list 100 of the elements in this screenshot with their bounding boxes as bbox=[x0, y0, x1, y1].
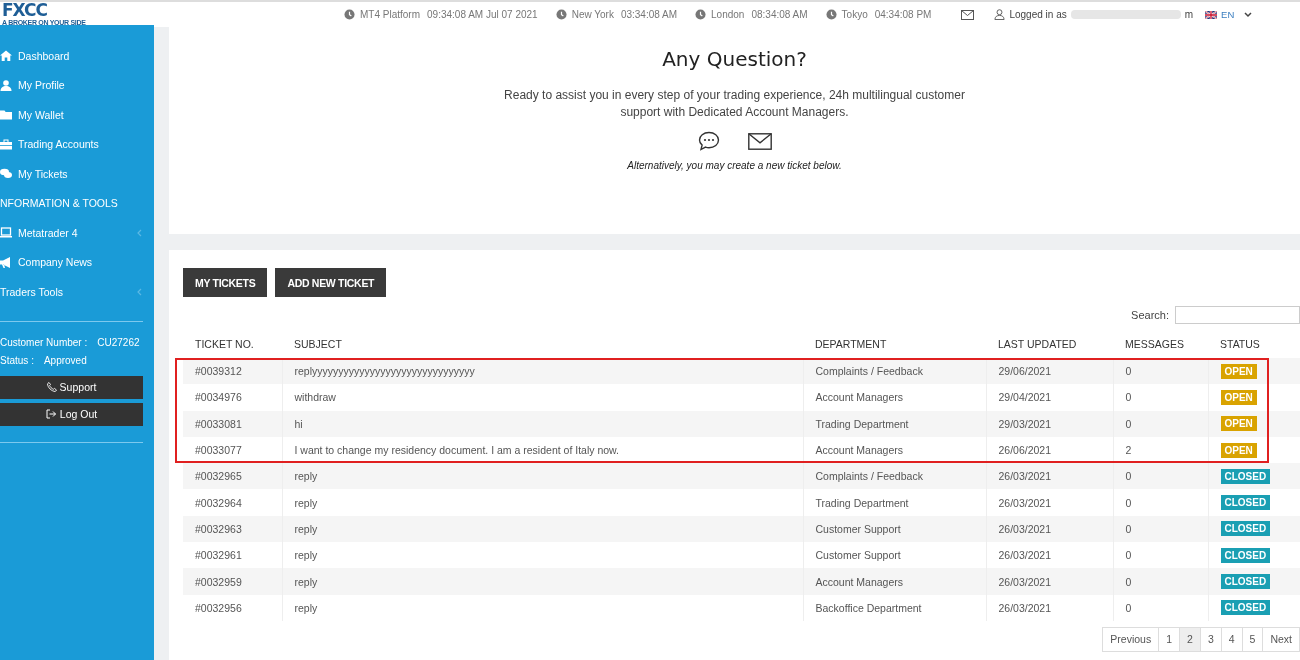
login-text-tail: m bbox=[1184, 9, 1194, 20]
tab-button[interactable]: ADD NEW TICKET bbox=[275, 268, 387, 297]
phone-icon bbox=[46, 382, 57, 392]
status-label: OPEN bbox=[1220, 442, 1257, 458]
status-label: CLOSED bbox=[1220, 600, 1271, 616]
chat-icon bbox=[0, 168, 12, 180]
clock-time: 09:34:08 AM Jul 07 2021 bbox=[427, 9, 538, 20]
department-cell: Customer Support bbox=[803, 515, 986, 543]
clock-time: 03:34:08 AM bbox=[620, 9, 678, 20]
login-label: Logged in as bbox=[1009, 9, 1067, 20]
ticket-number-cell[interactable]: #0039312 bbox=[183, 358, 282, 385]
customer-number: CU27262 bbox=[97, 337, 140, 348]
page-button[interactable]: 5 bbox=[1241, 626, 1264, 652]
ticket-number-cell[interactable]: #0032956 bbox=[183, 594, 282, 621]
sidebar-heading: NFORMATION & TOOLS bbox=[0, 196, 119, 212]
clock-icon bbox=[825, 9, 837, 20]
ticket-number-cell[interactable]: #0033081 bbox=[183, 410, 282, 437]
page-button[interactable]: 1 bbox=[1158, 626, 1181, 652]
messages-cell: 0 bbox=[1113, 515, 1208, 543]
ticket-number-cell[interactable]: #0032964 bbox=[183, 489, 282, 516]
page-button[interactable]: 3 bbox=[1199, 626, 1222, 652]
home-icon bbox=[0, 50, 12, 62]
status-label: CLOSED bbox=[1220, 495, 1271, 511]
intro-note: Alternatively, you may create a new ticket below. bbox=[626, 159, 843, 173]
clock-icon bbox=[344, 9, 355, 20]
column-header[interactable]: DEPARTMENT bbox=[803, 330, 986, 358]
department-cell: Backoffice Department bbox=[803, 594, 986, 621]
department-cell: Trading Department bbox=[803, 489, 986, 516]
subject-cell[interactable]: reply bbox=[282, 515, 803, 543]
user-icon bbox=[994, 9, 1006, 20]
clock-time: 04:34:08 PM bbox=[874, 9, 932, 20]
subject-cell[interactable]: reply bbox=[282, 489, 803, 516]
date-cell: 26/03/2021 bbox=[986, 594, 1113, 621]
column-header[interactable]: STATUS bbox=[1208, 330, 1300, 358]
ticket-number-cell[interactable]: #0033077 bbox=[183, 436, 282, 464]
page-button[interactable]: 2 bbox=[1179, 626, 1201, 652]
logout-icon bbox=[45, 409, 57, 419]
status-label: OPEN bbox=[1220, 389, 1257, 405]
language-selector[interactable]: EN bbox=[1205, 9, 1253, 20]
ticket-number-cell[interactable]: #0034976 bbox=[183, 384, 282, 411]
laptop-icon bbox=[0, 227, 12, 239]
messages-cell: 0 bbox=[1113, 463, 1208, 490]
logout-button[interactable]: Log Out bbox=[0, 402, 143, 426]
clock-label: MT4 Platform bbox=[360, 9, 420, 20]
intro-title: Any Question? bbox=[662, 47, 807, 71]
column-header[interactable]: MESSAGES bbox=[1113, 330, 1208, 358]
ticket-number-cell[interactable]: #0032961 bbox=[183, 542, 282, 569]
messages-cell: 0 bbox=[1113, 568, 1208, 595]
mail-icon[interactable] bbox=[747, 132, 772, 150]
status-label: CLOSED bbox=[1220, 547, 1271, 563]
date-cell: 26/03/2021 bbox=[986, 568, 1113, 595]
subject-cell[interactable]: reply bbox=[282, 568, 803, 595]
clock-label: New York bbox=[571, 9, 614, 20]
column-header[interactable]: SUBJECT bbox=[282, 330, 803, 358]
column-header[interactable]: LAST UPDATED bbox=[986, 330, 1113, 358]
subject-cell[interactable]: replyyyyyyyyyyyyyyyyyyyyyyyyyyyyyyy bbox=[282, 358, 803, 385]
messages-cell: 0 bbox=[1113, 489, 1208, 516]
status-label: CLOSED bbox=[1220, 574, 1271, 589]
clock-icon bbox=[555, 9, 567, 20]
ticket-number-cell[interactable]: #0032959 bbox=[183, 568, 282, 595]
date-cell: 26/03/2021 bbox=[986, 515, 1113, 543]
megaphone-icon bbox=[0, 256, 12, 268]
status-label: CLOSED bbox=[1220, 521, 1271, 537]
ticket-number-cell[interactable]: #0032965 bbox=[183, 463, 282, 490]
user-icon bbox=[0, 79, 12, 91]
search-label: Search: bbox=[1131, 309, 1169, 321]
department-cell: Complaints / Feedback bbox=[803, 463, 986, 490]
support-button[interactable]: Support bbox=[0, 375, 143, 399]
mail-icon[interactable] bbox=[961, 9, 975, 20]
date-cell: 26/03/2021 bbox=[986, 489, 1113, 516]
clock-label: London bbox=[711, 9, 745, 20]
ticket-number-cell[interactable]: #0032963 bbox=[183, 515, 282, 543]
clock-time: 08:34:08 AM bbox=[751, 9, 808, 20]
chat-icon[interactable] bbox=[697, 131, 720, 151]
customer-number-label: Customer Number : bbox=[0, 337, 88, 348]
subject-cell[interactable]: reply bbox=[282, 594, 803, 621]
status-label: CLOSED bbox=[1220, 468, 1271, 484]
page-button[interactable]: Next bbox=[1262, 626, 1300, 652]
intro-text: Ready to assist you in every step of your trading experience, 24h multilingual customer support with Dedicated Account Managers. bbox=[503, 87, 966, 121]
messages-cell: 0 bbox=[1113, 594, 1208, 621]
date-cell: 29/03/2021 bbox=[986, 410, 1113, 437]
subject-cell[interactable]: reply bbox=[282, 463, 803, 490]
chevron-down-icon bbox=[1244, 11, 1253, 18]
tab-button[interactable]: MY TICKETS bbox=[183, 268, 268, 297]
folder-icon bbox=[0, 109, 12, 121]
search-field[interactable] bbox=[1175, 306, 1300, 324]
department-cell: Complaints / Feedback bbox=[803, 358, 986, 385]
subject-cell[interactable]: hi bbox=[282, 410, 803, 437]
clock-label: Tokyo bbox=[841, 9, 868, 20]
page-button[interactable]: 4 bbox=[1220, 626, 1243, 652]
status-label: Status : bbox=[0, 355, 34, 366]
messages-cell: 0 bbox=[1113, 410, 1208, 437]
column-header[interactable]: TICKET NO. bbox=[183, 330, 282, 358]
date-cell: 29/06/2021 bbox=[986, 358, 1113, 385]
messages-cell: 0 bbox=[1113, 358, 1208, 385]
page-button[interactable]: Previous bbox=[1102, 626, 1160, 652]
department-cell: Trading Department bbox=[803, 410, 986, 437]
status-label: OPEN bbox=[1220, 363, 1257, 379]
date-cell: 26/03/2021 bbox=[986, 463, 1113, 490]
flag-icon bbox=[1205, 10, 1218, 19]
